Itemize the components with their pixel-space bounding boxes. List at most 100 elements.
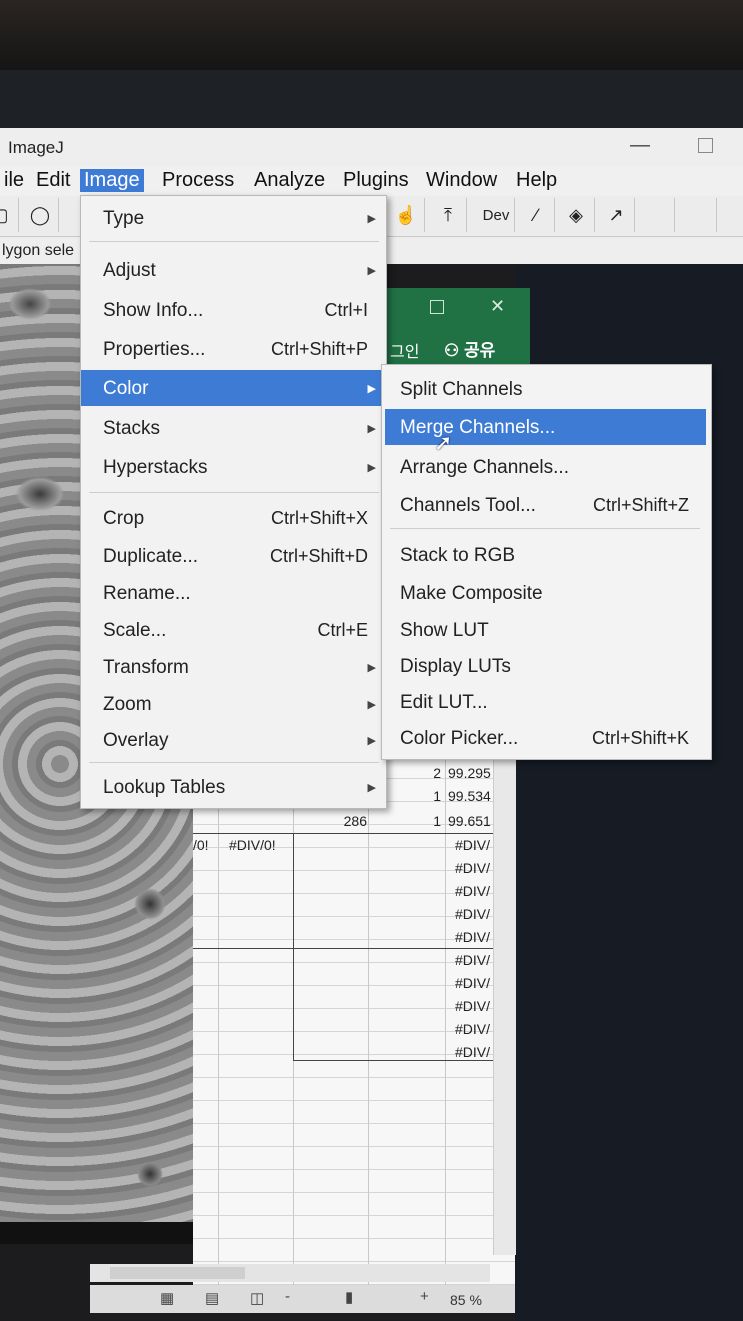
desktop-background xyxy=(0,70,743,130)
menu-item-label: Stacks xyxy=(103,418,161,439)
table-cell[interactable]: #DIV/ xyxy=(455,1019,495,1039)
menu-plugins[interactable]: Plugins xyxy=(339,169,413,192)
table-cell[interactable]: #DIV/ xyxy=(455,858,495,878)
table-cell[interactable]: #DIV/ xyxy=(455,950,495,970)
menu-separator xyxy=(390,528,700,529)
menu-item-duplicate[interactable]: Duplicate... Ctrl+Shift+D xyxy=(81,538,386,574)
menu-item-label: Type xyxy=(103,208,145,229)
menu-item-label: Split Channels xyxy=(400,379,523,400)
menu-item-zoom[interactable]: Zoom ▶ xyxy=(81,686,386,722)
menu-separator xyxy=(89,241,379,242)
menu-item-label: Overlay xyxy=(103,730,169,751)
table-cell[interactable]: 2 xyxy=(421,763,441,783)
menu-item-label: Make Composite xyxy=(400,583,543,604)
table-cell[interactable]: #DIV/ xyxy=(455,835,495,855)
maximize-button[interactable] xyxy=(698,138,713,153)
menu-item-type[interactable]: Type ▶ xyxy=(81,200,386,236)
scrolling-hand-icon[interactable]: ☝ xyxy=(388,198,425,232)
table-cell[interactable]: 99.534 xyxy=(448,786,496,806)
menu-item-lookup-tables[interactable]: Lookup Tables ▶ xyxy=(81,769,386,805)
menu-item-make-composite[interactable]: Make Composite xyxy=(382,575,711,611)
table-cell[interactable]: #DIV/ xyxy=(455,996,495,1016)
menu-item-color-picker[interactable]: Color Picker... Ctrl+Shift+K xyxy=(382,720,711,756)
menu-item-edit-lut[interactable]: Edit LUT... xyxy=(382,684,711,720)
share-label: 공유 xyxy=(463,341,496,360)
page-layout-icon[interactable]: ▤ xyxy=(205,1289,219,1307)
brush-tool-icon[interactable]: ∕ xyxy=(518,198,555,232)
menu-item-channels-tool[interactable]: Channels Tool... Ctrl+Shift+Z xyxy=(382,487,711,523)
developer-menu-button[interactable]: Dev xyxy=(478,198,515,232)
menu-shortcut: Ctrl+E xyxy=(317,620,368,640)
spreadsheet-grid[interactable]: 2 99.295 1 99.534 286 1 99.651 /0! #DIV/… xyxy=(193,755,515,1285)
table-cell[interactable]: 99.295 xyxy=(448,763,496,783)
table-cell[interactable]: #DIV/ xyxy=(455,927,495,947)
table-cell[interactable]: 286 xyxy=(323,811,367,831)
oval-tool-icon[interactable]: ◯ xyxy=(22,198,59,232)
dev-label: Dev xyxy=(482,206,510,224)
menu-file[interactable]: ile xyxy=(0,169,28,192)
page-break-icon[interactable]: ◫ xyxy=(250,1289,264,1307)
table-cell[interactable]: /0! xyxy=(193,835,213,855)
excel-close-icon[interactable]: ✕ xyxy=(490,296,505,317)
excel-titlebar xyxy=(385,288,530,332)
menu-item-split-channels[interactable]: Split Channels xyxy=(382,371,711,407)
pick-tool-icon[interactable]: ⤒ xyxy=(430,198,467,232)
table-cell[interactable]: 1 xyxy=(421,786,441,806)
table-cell[interactable]: #DIV/ xyxy=(455,904,495,924)
table-cell[interactable]: 1 xyxy=(421,811,441,831)
submenu-arrow-icon: ▶ xyxy=(367,782,376,794)
submenu-arrow-icon: ▶ xyxy=(367,383,376,395)
menu-item-transform[interactable]: Transform ▶ xyxy=(81,649,386,685)
excel-share-button[interactable]: ⚇ 공유 xyxy=(444,336,495,361)
arrow-tool-icon[interactable]: ↗ xyxy=(598,198,635,232)
window-title: ImageJ xyxy=(8,138,64,157)
menu-window[interactable]: Window xyxy=(422,169,501,192)
normal-view-icon[interactable]: ▦ xyxy=(160,1289,174,1307)
menu-item-label: Rename... xyxy=(103,583,191,604)
menu-process[interactable]: Process xyxy=(158,169,238,192)
excel-maximize-button[interactable] xyxy=(430,300,444,314)
menu-item-display-luts[interactable]: Display LUTs xyxy=(382,648,711,684)
menu-item-scale[interactable]: Scale... Ctrl+E xyxy=(81,612,386,648)
menu-item-hyperstacks[interactable]: Hyperstacks ▶ xyxy=(81,449,386,485)
zoom-level[interactable]: 85 % xyxy=(450,1292,482,1308)
menu-item-label: Scale... xyxy=(103,620,167,641)
zoom-in-button[interactable]: + xyxy=(420,1288,429,1305)
menu-item-stacks[interactable]: Stacks ▶ xyxy=(81,410,386,446)
imagej-titlebar: ImageJ — xyxy=(0,128,743,167)
menu-item-adjust[interactable]: Adjust ▶ xyxy=(81,252,386,288)
menu-item-stack-to-rgb[interactable]: Stack to RGB xyxy=(382,537,711,573)
menu-item-properties[interactable]: Properties... Ctrl+Shift+P xyxy=(81,331,386,367)
table-cell[interactable]: #DIV/0! xyxy=(229,835,289,855)
vertical-scrollbar[interactable] xyxy=(493,755,516,1255)
table-cell[interactable]: #DIV/ xyxy=(455,1042,495,1062)
toolbar-empty-slot[interactable] xyxy=(680,198,717,232)
menu-separator xyxy=(89,492,379,493)
excel-login-link[interactable]: 그인 xyxy=(390,338,419,362)
toolbar-empty-slot[interactable] xyxy=(638,198,675,232)
table-cell[interactable]: #DIV/ xyxy=(455,973,495,993)
menu-item-label: Properties... xyxy=(103,339,206,360)
menu-edit[interactable]: Edit xyxy=(32,169,74,192)
menu-analyze[interactable]: Analyze xyxy=(250,169,329,192)
menu-item-color[interactable]: Color ▶ xyxy=(81,370,386,406)
menu-item-crop[interactable]: Crop Ctrl+Shift+X xyxy=(81,500,386,536)
horizontal-scroll-thumb[interactable] xyxy=(110,1267,245,1279)
rectangle-tool-icon[interactable]: ▢ xyxy=(0,198,19,232)
zoom-slider[interactable]: ▮ xyxy=(345,1288,353,1306)
table-cell[interactable]: 99.651 xyxy=(448,811,496,831)
menu-item-show-lut[interactable]: Show LUT xyxy=(382,612,711,648)
flood-fill-icon[interactable]: ◈ xyxy=(558,198,595,232)
menu-item-arrange-channels[interactable]: Arrange Channels... xyxy=(382,449,711,485)
minimize-button[interactable]: — xyxy=(630,134,650,157)
submenu-arrow-icon: ▶ xyxy=(367,699,376,711)
menu-item-label: Channels Tool... xyxy=(400,495,536,516)
menu-item-overlay[interactable]: Overlay ▶ xyxy=(81,722,386,758)
menu-item-label: Color Picker... xyxy=(400,728,519,749)
menu-help[interactable]: Help xyxy=(512,169,561,192)
table-cell[interactable]: #DIV/ xyxy=(455,881,495,901)
menu-item-rename[interactable]: Rename... xyxy=(81,575,386,611)
zoom-out-button[interactable]: - xyxy=(285,1288,290,1305)
menu-image[interactable]: Image xyxy=(80,169,144,192)
menu-item-show-info[interactable]: Show Info... Ctrl+I xyxy=(81,292,386,328)
